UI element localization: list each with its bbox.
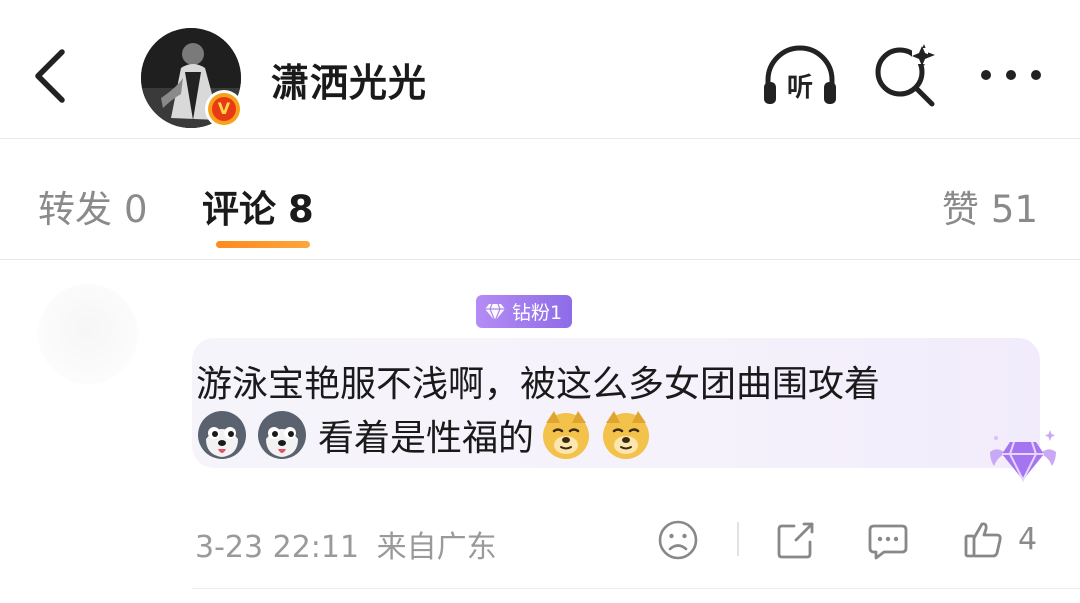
husky-emoji (198, 411, 246, 459)
comment-time: 3-23 22:11 (195, 530, 360, 565)
search-button[interactable] (872, 42, 938, 108)
comment-location: 来自广东 (376, 530, 497, 565)
top-bar: V 潇洒光光 听 (0, 0, 1080, 139)
winged-diamond-icon (990, 430, 1056, 483)
author-avatar[interactable]: V (141, 28, 243, 130)
tab-like-label: 赞 (941, 188, 979, 231)
verified-v-icon: V (212, 97, 236, 121)
doge-emoji (603, 411, 650, 459)
comment-text-line1: 游泳宝艳服不浅啊，被这么多女团曲围攻着 (196, 364, 881, 405)
tab-repost-label: 转发 (38, 188, 112, 231)
tab-comment[interactable]: 评论 8 (202, 179, 314, 233)
active-tab-indicator (216, 241, 310, 248)
back-arrow-icon (35, 49, 65, 103)
like-count: 4 (1018, 522, 1038, 557)
reply-button[interactable] (866, 518, 910, 562)
comment-text-line2: 看着是性福的 (196, 407, 660, 463)
tab-repost-count: 0 (124, 188, 148, 231)
husky-emoji (258, 411, 306, 459)
back-button[interactable] (24, 44, 80, 108)
tab-comment-count: 8 (288, 188, 314, 231)
fan-badge[interactable]: 钻粉1 (476, 295, 573, 328)
share-button[interactable] (774, 518, 818, 562)
commenter-avatar[interactable] (38, 284, 138, 384)
tab-comment-label: 评论 (202, 188, 276, 231)
frown-face-icon (658, 520, 698, 560)
listen-button[interactable]: 听 (760, 44, 840, 106)
verified-badge: V (205, 90, 243, 128)
dislike-button[interactable] (656, 518, 700, 562)
search-sparkle-icon (875, 44, 935, 107)
doge-emoji (543, 411, 590, 459)
listen-label: 听 (787, 73, 813, 103)
share-icon (777, 522, 814, 559)
diamond-icon (485, 303, 505, 322)
thumbs-up-icon (964, 522, 1002, 558)
tab-repost[interactable]: 转发 0 (38, 179, 148, 233)
comment-meta: 3-23 22:11 来自广东 (195, 522, 497, 566)
listen-headphones-icon: 听 (764, 45, 836, 104)
comment-divider (192, 588, 1080, 589)
more-dots-icon (981, 70, 1041, 80)
author-name[interactable]: 潇洒光光 (271, 52, 427, 107)
more-button[interactable] (976, 60, 1046, 90)
action-divider (737, 522, 739, 556)
fan-badge-label: 钻粉1 (512, 302, 563, 324)
tab-like[interactable]: 赞 51 (942, 179, 1038, 233)
comment-text-line2-label: 看着是性福的 (318, 418, 535, 459)
comment-bubble-icon (868, 524, 908, 560)
like-button[interactable] (962, 518, 1006, 562)
comment-page: V 潇洒光光 听 转发 0 评论 8 赞 51 钻粉1 游泳宝艳服不浅啊，被这么… (0, 0, 1080, 603)
tab-like-count: 51 (990, 188, 1038, 231)
interaction-tabs: 转发 0 评论 8 赞 51 (0, 139, 1080, 260)
diamond-fan-decoration (984, 426, 1062, 490)
